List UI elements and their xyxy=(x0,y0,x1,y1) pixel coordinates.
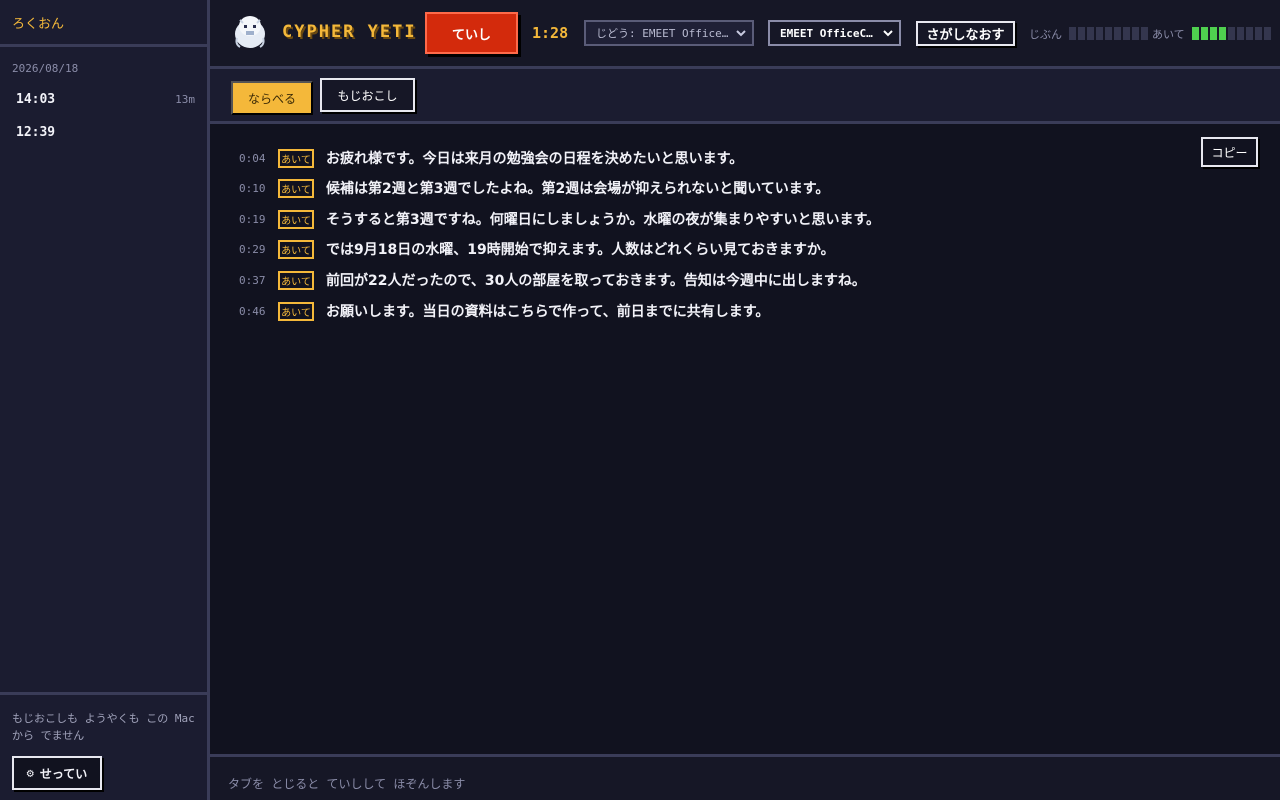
session-duration: 13m xyxy=(175,92,195,106)
session-time: 14:03 xyxy=(16,91,56,107)
line-timestamp: 0:29 xyxy=(239,242,266,256)
line-text: では9月18日の水曜、19時開始で抑えます。人数はどれくらい見ておきますか。 xyxy=(326,242,835,258)
settings-button[interactable]: ⚙ せってい xyxy=(12,756,102,790)
gear-icon: ⚙ xyxy=(26,766,34,780)
brand-title: CYPHER YETI xyxy=(282,22,417,42)
my-level-segment xyxy=(1096,27,1103,40)
speaker-badge: あいて xyxy=(278,301,314,321)
speaker-badge: あいて xyxy=(278,239,314,259)
my-level-segment xyxy=(1123,27,1130,40)
my-meter-label: じぶん xyxy=(1029,28,1062,41)
transcript-line: 0:37 あいて 前回が22人だったので、30人の部屋を取っておきます。告知は今… xyxy=(239,270,866,290)
other-level-meter xyxy=(1192,27,1271,40)
transcript-panel: コピー 0:04 あいて お疲れ様です。今日は来月の勉強会の日程を決めたいと思い… xyxy=(210,124,1280,754)
speaker-badge: あいて xyxy=(278,148,314,168)
line-text: 候補は第2週と第3週でしたよね。第2週は会場が抑えられないと聞いています。 xyxy=(326,181,830,197)
line-text: そうすると第3週ですね。何曜日にしましょうか。水曜の夜が集まりやすいと思います。 xyxy=(326,212,881,228)
privacy-note: もじおこしも ようやくも この Mac から でません xyxy=(12,712,195,742)
transcript-line: 0:10 あいて 候補は第2週と第3週でしたよね。第2週は会場が抑えられないと聞… xyxy=(239,178,829,198)
session-date-heading: 2026/08/18 xyxy=(12,62,79,75)
other-meter-label: あいて xyxy=(1152,28,1185,41)
chevron-down-icon xyxy=(883,30,893,37)
my-level-segment xyxy=(1078,27,1085,40)
auto-device-select[interactable]: じどう: EMEET Office… xyxy=(584,20,754,46)
stop-recording-button[interactable]: ていし xyxy=(425,12,518,54)
session-time: 12:39 xyxy=(16,124,56,140)
rescan-devices-button[interactable]: さがしなおす xyxy=(916,21,1015,46)
session-item-1403[interactable]: 14:03 13m xyxy=(0,86,207,112)
session-item-1239[interactable]: 12:39 xyxy=(0,119,207,145)
speaker-badge: あいて xyxy=(278,178,314,198)
my-level-segment xyxy=(1114,27,1121,40)
my-level-segment xyxy=(1105,27,1112,40)
other-level-segment xyxy=(1228,27,1235,40)
my-level-segment xyxy=(1141,27,1148,40)
my-level-segment xyxy=(1132,27,1139,40)
settings-button-label: せってい xyxy=(39,766,88,781)
line-timestamp: 0:10 xyxy=(239,181,266,195)
transcript-line: 0:19 あいて そうすると第3週ですね。何曜日にしましょうか。水曜の夜が集まり… xyxy=(239,209,880,229)
sidebar: ろくおん 2026/08/18 14:03 13m 12:39 もじおこしも よ… xyxy=(0,0,210,800)
line-text: お疲れ様です。今日は来月の勉強会の日程を決めたいと思います。 xyxy=(326,151,744,167)
view-toolbar: ならべる もじおこし xyxy=(210,69,1280,124)
copy-button[interactable]: コピー xyxy=(1201,137,1258,167)
tab-transcript[interactable]: もじおこし xyxy=(320,78,415,112)
transcript-line: 0:29 あいて では9月18日の水曜、19時開始で抑えます。人数はどれくらい見… xyxy=(239,239,835,259)
tab-arrange[interactable]: ならべる xyxy=(231,81,313,115)
line-timestamp: 0:19 xyxy=(239,212,266,226)
line-timestamp: 0:04 xyxy=(239,151,266,165)
sidebar-footer: もじおこしも ようやくも この Mac から でません ⚙ せってい xyxy=(0,692,207,800)
other-level-segment xyxy=(1219,27,1226,40)
line-timestamp: 0:37 xyxy=(239,273,266,287)
my-level-meter xyxy=(1069,27,1148,40)
other-level-segment xyxy=(1246,27,1253,40)
other-level-segment xyxy=(1264,27,1271,40)
line-timestamp: 0:46 xyxy=(239,304,266,318)
header: CYPHER YETI ていし 1:28 じどう: EMEET Office… … xyxy=(210,0,1280,69)
transcript-line: 0:46 あいて お願いします。当日の資料はこちらで作って、前日までに共有します… xyxy=(239,301,769,321)
speaker-badge: あいて xyxy=(278,270,314,290)
auto-device-value: じどう: EMEET Office… xyxy=(596,27,729,40)
sidebar-title: ろくおん xyxy=(0,0,207,47)
yeti-logo-icon xyxy=(235,16,265,48)
status-bar: タブを とじると ていしして ほぞんします xyxy=(210,754,1280,800)
line-text: お願いします。当日の資料はこちらで作って、前日までに共有します。 xyxy=(326,304,770,320)
other-level-segment xyxy=(1201,27,1208,40)
app-window: ろくおん 2026/08/18 14:03 13m 12:39 もじおこしも よ… xyxy=(0,0,1280,800)
status-message: タブを とじると ていしして ほぞんします xyxy=(228,777,466,791)
elapsed-time: 1:28 xyxy=(532,24,569,42)
transcript-line: 0:04 あいて お疲れ様です。今日は来月の勉強会の日程を決めたいと思います。 xyxy=(239,148,743,168)
other-level-segment xyxy=(1192,27,1199,40)
other-level-segment xyxy=(1255,27,1262,40)
other-level-segment xyxy=(1210,27,1217,40)
line-text: 前回が22人だったので、30人の部屋を取っておきます。告知は今週中に出しますね。 xyxy=(326,273,866,289)
chevron-down-icon xyxy=(736,30,746,37)
speaker-badge: あいて xyxy=(278,209,314,229)
my-level-segment xyxy=(1087,27,1094,40)
device-value: EMEET OfficeC… xyxy=(780,26,873,40)
device-select[interactable]: EMEET OfficeC… xyxy=(768,20,901,46)
my-level-segment xyxy=(1069,27,1076,40)
other-level-segment xyxy=(1237,27,1244,40)
